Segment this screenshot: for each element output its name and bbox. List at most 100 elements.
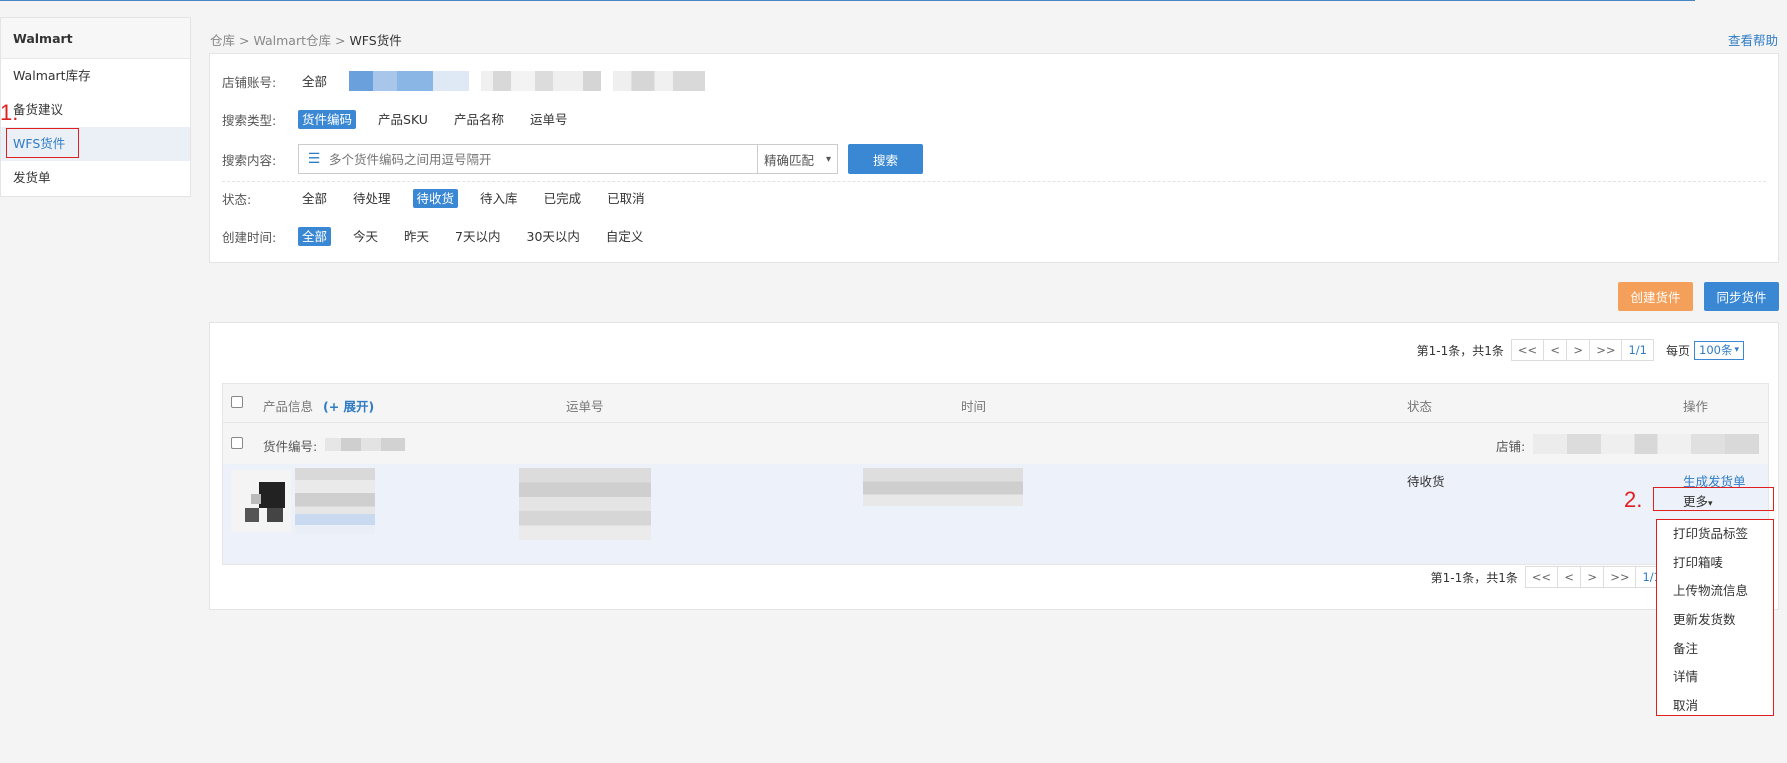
created-7-days[interactable]: 7天以内 [451, 227, 504, 246]
pager-prev-button[interactable]: < [1543, 339, 1568, 361]
search-type-sku[interactable]: 产品SKU [374, 110, 432, 129]
sync-shipment-button[interactable]: 同步货件 [1704, 282, 1779, 311]
created-today[interactable]: 今天 [349, 227, 382, 246]
menu-details[interactable]: 详情 [1657, 663, 1773, 692]
pager-bottom: 第1-1条，共1条 << < > >> 1/1 [1431, 566, 1668, 588]
per-page-select[interactable]: 100条 ▾ [1694, 340, 1744, 360]
sidebar-item-invoice[interactable]: 发货单 [1, 161, 190, 195]
step-1-annotation: 1. [0, 100, 19, 125]
status-row: 状态: 全部 待处理 待收货 待入库 已完成 已取消 [222, 189, 667, 208]
header-product-info: 产品信息 [263, 399, 314, 414]
pager-next-button[interactable]: > [1580, 566, 1605, 588]
per-page: 每页 100条 ▾ [1666, 340, 1744, 360]
created-yesterday[interactable]: 昨天 [400, 227, 433, 246]
table-header: 产品信息 (+ 展开) 运单号 时间 状态 操作 [222, 383, 1769, 423]
expand-toggle[interactable]: (+ 展开) [323, 396, 374, 415]
shipment-checkbox[interactable] [231, 437, 243, 449]
chevron-down-icon: ▾ [825, 153, 831, 165]
header-operations: 操作 [1683, 399, 1709, 414]
pager-summary: 第1-1条，共1条 [1430, 570, 1518, 585]
status-completed[interactable]: 已完成 [540, 189, 586, 208]
sidebar-item-stock-suggestion[interactable]: 备货建议 [1, 93, 190, 127]
search-type-row: 搜索类型: 货件编码 产品SKU 产品名称 运单号 [222, 110, 590, 129]
search-box: ☰ [298, 144, 758, 174]
store-row: 店铺账号: 全部 [222, 71, 717, 91]
sidebar-item-walmart-inventory[interactable]: Walmart库存 [1, 59, 190, 93]
pager-next-button[interactable]: > [1566, 339, 1591, 361]
store-name-redacted [1533, 434, 1759, 454]
sidebar: Walmart Walmart库存 备货建议 WFS货件 发货单 [0, 17, 191, 197]
more-dropdown-menu: 打印货品标签 打印箱唛 上传物流信息 更新发货数 备注 详情 取消 [1656, 519, 1774, 716]
search-type-label: 搜索类型: [222, 113, 277, 128]
status-all[interactable]: 全部 [298, 189, 331, 208]
search-type-shipment-code[interactable]: 货件编码 [298, 110, 357, 129]
menu-upload-logistics-info[interactable]: 上传物流信息 [1657, 577, 1773, 606]
search-type-tracking-number[interactable]: 运单号 [526, 110, 572, 129]
table-row: 待收货 生成发货单 更多▾ [222, 464, 1769, 565]
status-label: 状态: [222, 192, 252, 207]
product-thumbnail[interactable] [231, 470, 291, 532]
pager-last-button[interactable]: >> [1589, 339, 1623, 361]
select-all-checkbox[interactable] [231, 396, 243, 408]
help-link[interactable]: 查看帮助 [1728, 30, 1778, 49]
time-redacted [863, 468, 1023, 506]
list-icon[interactable]: ☰ [299, 151, 329, 167]
divider [222, 181, 1766, 182]
pager-top: 第1-1条，共1条 << < > >> 1/1 每页 100条 ▾ [1417, 339, 1744, 361]
breadcrumb-separator: > [235, 33, 254, 48]
menu-remark[interactable]: 备注 [1657, 635, 1773, 664]
pager-first-button[interactable]: << [1524, 566, 1559, 588]
created-30-days[interactable]: 30天以内 [523, 227, 584, 246]
store-account-redacted[interactable] [349, 71, 470, 91]
filter-panel: 店铺账号: 全部 搜索类型: 货件编码 产品SKU 产品名称 运单号 搜索内容:… [209, 53, 1779, 263]
breadcrumb-warehouse[interactable]: 仓库 [210, 33, 235, 48]
pager-last-button[interactable]: >> [1603, 566, 1637, 588]
pager-page-indicator: 1/1 [1621, 339, 1654, 361]
pager-first-button[interactable]: << [1510, 339, 1545, 361]
status-awaiting-receipt[interactable]: 待收货 [412, 189, 459, 208]
store-account-redacted[interactable] [613, 71, 706, 91]
created-all[interactable]: 全部 [298, 227, 332, 246]
search-button[interactable]: 搜索 [848, 144, 923, 174]
shipment-table-card: 第1-1条，共1条 << < > >> 1/1 每页 100条 ▾ 产品信息 (… [209, 322, 1779, 610]
per-page-label: 每页 [1666, 343, 1691, 358]
chevron-down-icon: ▾ [1734, 345, 1739, 355]
match-mode-value: 精确匹配 [764, 152, 815, 168]
status-awaiting-stock-in[interactable]: 待入库 [476, 189, 522, 208]
pager-prev-button[interactable]: < [1557, 566, 1582, 588]
sidebar-header: Walmart [1, 18, 190, 59]
menu-print-carton-label[interactable]: 打印箱唛 [1657, 549, 1773, 578]
search-content-row: 搜索内容: ☰ 精确匹配 ▾ 搜索 [222, 144, 923, 174]
row-status: 待收货 [1407, 474, 1445, 489]
store-label: 店铺账号: [222, 74, 277, 90]
search-input[interactable] [329, 145, 757, 173]
created-time-label: 创建时间: [222, 230, 277, 245]
top-accent-line [0, 0, 1695, 1]
breadcrumb-walmart-warehouse[interactable]: Walmart仓库 [253, 33, 331, 48]
shipment-row: 货件编号: 店铺: [222, 423, 1769, 464]
menu-print-product-label[interactable]: 打印货品标签 [1657, 520, 1773, 549]
store-account-redacted[interactable] [481, 71, 602, 91]
header-time: 时间 [961, 399, 987, 414]
search-content-label: 搜索内容: [222, 152, 277, 168]
shipment-number-redacted [325, 438, 405, 451]
breadcrumb-separator: > [331, 33, 350, 48]
per-page-value: 100条 [1699, 343, 1733, 357]
match-mode-select[interactable]: 精确匹配 ▾ [758, 144, 838, 174]
search-type-product-name[interactable]: 产品名称 [450, 110, 508, 129]
menu-cancel[interactable]: 取消 [1657, 692, 1773, 721]
step-1-highlight-box [6, 128, 79, 158]
menu-update-shipped-quantity[interactable]: 更新发货数 [1657, 606, 1773, 635]
status-pending[interactable]: 待处理 [349, 189, 395, 208]
store-option-all[interactable]: 全部 [298, 72, 331, 91]
created-custom[interactable]: 自定义 [602, 227, 648, 246]
header-status: 状态 [1407, 399, 1433, 414]
create-shipment-button[interactable]: 创建货件 [1618, 282, 1693, 311]
step-2-annotation: 2. [1624, 487, 1643, 512]
pager-summary: 第1-1条，共1条 [1416, 343, 1504, 358]
status-cancelled[interactable]: 已取消 [603, 189, 649, 208]
step-2-highlight-box [1653, 487, 1774, 511]
breadcrumb-current: WFS货件 [349, 33, 402, 48]
breadcrumb: 仓库 > Walmart仓库 > WFS货件 [210, 30, 402, 49]
tracking-number-redacted [519, 468, 651, 540]
